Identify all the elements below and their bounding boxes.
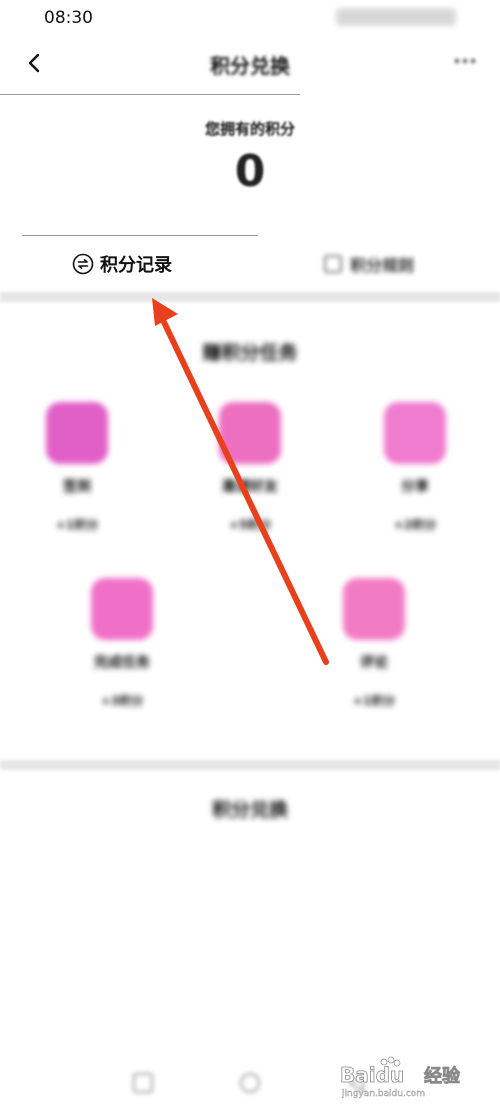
watermark-suffix: 经验 <box>424 1065 461 1087</box>
section-divider <box>0 292 500 302</box>
section-divider <box>0 760 500 770</box>
checklist-icon <box>91 578 153 640</box>
header-divider <box>0 94 300 95</box>
earn-section-title: 赚积分任务 <box>202 342 298 364</box>
status-icons <box>336 8 456 26</box>
redeem-section-title: 积分兑换 <box>211 799 288 821</box>
tab-points-rules-label: 积分规则 <box>350 256 415 275</box>
task-item[interactable]: 完成任务 +3积分 <box>62 578 182 709</box>
status-time: 08:30 <box>44 8 93 28</box>
points-label: 您拥有的积分 <box>204 120 295 138</box>
rules-icon <box>324 255 342 273</box>
task-item[interactable]: 签到 +1积分 <box>17 402 137 533</box>
task-name: 评论 <box>360 655 388 671</box>
document-icon <box>384 402 446 464</box>
task-name: 完成任务 <box>94 655 150 671</box>
task-item[interactable]: 评论 +1积分 <box>314 578 434 709</box>
baidu-jingyan-watermark: Baidu 经验 jingyan.baidu.com <box>340 1056 461 1099</box>
status-bar: 08:30 <box>0 0 500 36</box>
tab-points-rules[interactable]: 积分规则 <box>322 246 414 282</box>
tab-points-records[interactable]: 积分记录 <box>72 246 172 282</box>
pen-icon <box>219 402 281 464</box>
recent-apps-icon[interactable] <box>130 1070 156 1096</box>
gift-icon <box>46 402 108 464</box>
watermark-url: jingyan.baidu.com <box>341 1089 425 1099</box>
exchange-icon <box>72 253 94 275</box>
task-reward: +1积分 <box>352 694 396 708</box>
tab-divider <box>22 235 258 236</box>
task-name: 签到 <box>63 479 91 495</box>
task-name: 邀请好友 <box>222 479 278 495</box>
task-reward: +3积分 <box>100 694 144 708</box>
home-icon[interactable] <box>237 1070 263 1096</box>
task-reward: +5积分 <box>228 518 272 532</box>
task-reward: +2积分 <box>393 518 437 532</box>
edit-icon <box>343 578 405 640</box>
task-name: 分享 <box>401 479 429 495</box>
more-options-icon[interactable] <box>450 48 480 74</box>
tab-points-records-label: 积分记录 <box>100 255 172 276</box>
task-item[interactable]: 邀请好友 +5积分 <box>190 402 310 533</box>
watermark-brand: Baidu <box>340 1063 404 1087</box>
task-reward: +1积分 <box>55 518 99 532</box>
points-value: 0 <box>234 146 266 197</box>
task-item[interactable]: 分享 +2积分 <box>355 402 475 533</box>
top-nav: 积分兑换 <box>0 36 500 94</box>
page-title: 积分兑换 <box>210 54 290 78</box>
